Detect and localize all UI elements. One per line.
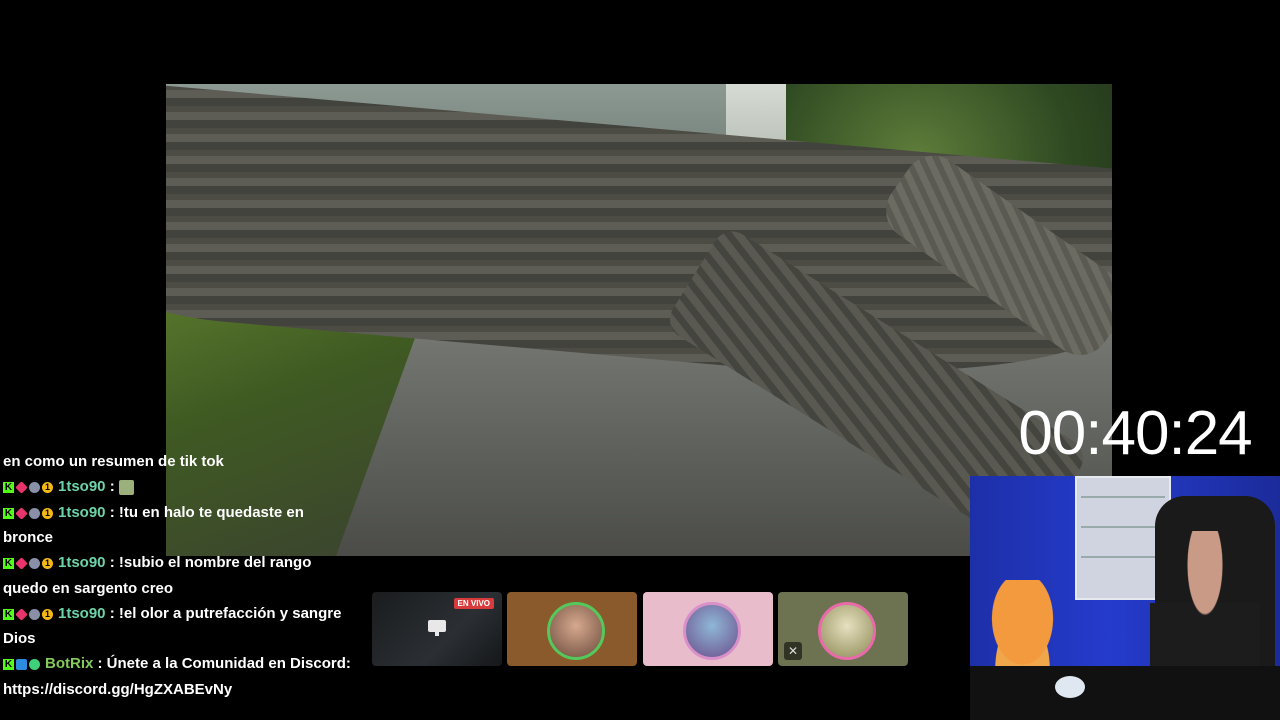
chat-message-text: en como un resumen de tik tok (3, 453, 224, 470)
avatar (547, 602, 605, 660)
user-badges: K1 (3, 475, 55, 500)
kick-badge-icon: K (3, 608, 14, 620)
coin-badge-icon: 1 (42, 558, 53, 570)
chat-message: K1 1tso90 : !subio el nombre del rango q… (3, 550, 355, 601)
chat-username[interactable]: 1tso90 (58, 605, 106, 622)
kick-badge-icon: K (3, 659, 14, 671)
wolf-badge-icon (29, 507, 40, 519)
wolf-badge-icon (29, 608, 40, 620)
participant-card[interactable] (507, 592, 637, 666)
gem-badge-icon (15, 607, 28, 621)
stream-timer: 00:40:24 (1018, 399, 1252, 468)
chat-message: K1 1tso90 : (3, 474, 355, 500)
live-badge: EN VIVO (453, 598, 494, 609)
user-badges: K (3, 652, 42, 677)
emote-icon (118, 479, 134, 495)
participant-card[interactable] (643, 592, 773, 666)
chat-username[interactable]: 1tso90 (58, 554, 106, 571)
chat-message: K1 1tso90 : !el olor a putrefacción y sa… (3, 601, 355, 652)
coin-badge-icon: 1 (42, 507, 53, 519)
wolf-badge-icon (29, 482, 40, 494)
participant-card-screenshare[interactable]: EN VIVO (372, 592, 502, 666)
vip-badge-icon (16, 659, 27, 671)
wolf-badge-icon (29, 558, 40, 570)
webcam-mouse (1055, 676, 1085, 698)
chat-username-bot[interactable]: BotRix (45, 655, 93, 672)
coin-badge-icon: 1 (42, 482, 53, 494)
chat-message: K1 1tso90 : !tu en halo te quedaste en b… (3, 500, 355, 551)
verified-badge-icon (29, 659, 40, 671)
kick-badge-icon: K (3, 558, 14, 570)
mic-muted-icon: ✕ (784, 642, 802, 660)
chat-message-text: : (105, 478, 119, 495)
streamer-webcam (970, 476, 1280, 720)
avatar (818, 602, 876, 660)
chat-overlay: en como un resumen de tik tok K1 1tso90 … (3, 449, 355, 702)
kick-badge-icon: K (3, 507, 14, 519)
gem-badge-icon (15, 506, 28, 520)
user-badges: K1 (3, 500, 55, 525)
chat-username[interactable]: 1tso90 (58, 504, 106, 521)
gem-badge-icon (15, 557, 28, 570)
chat-username[interactable]: 1tso90 (58, 478, 106, 495)
screen-share-icon (428, 620, 446, 636)
user-badges: K1 (3, 601, 55, 626)
chat-message: en como un resumen de tik tok (3, 449, 355, 474)
webcam-desk (970, 666, 1280, 720)
user-badges: K1 (3, 551, 55, 576)
gem-badge-icon (15, 481, 28, 494)
avatar (683, 602, 741, 660)
participant-card[interactable]: ✕ (778, 592, 908, 666)
kick-badge-icon: K (3, 482, 14, 494)
coin-badge-icon: 1 (42, 608, 53, 620)
chat-message: K BotRix : Únete a la Comunidad en Disco… (3, 651, 355, 702)
